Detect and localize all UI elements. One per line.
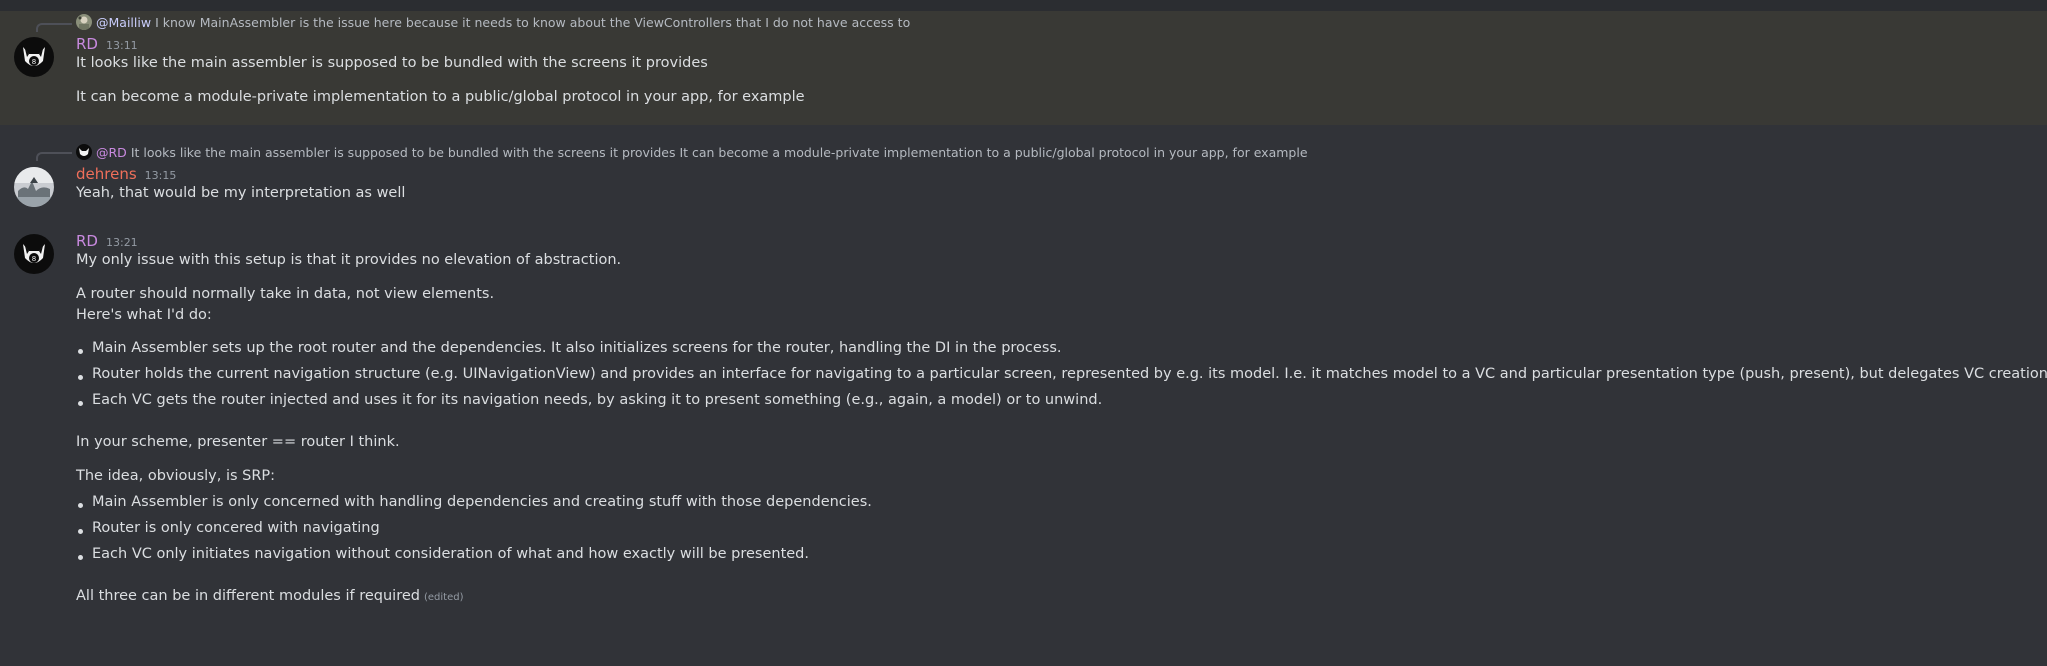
message-header: dehrens 13:15	[76, 165, 176, 183]
chat-messages: @Mailliw I know MainAssembler is the iss…	[0, 0, 2047, 666]
list-item-text: Each VC only initiates navigation withou…	[92, 546, 809, 562]
list-item: Each VC only initiates navigation withou…	[76, 546, 809, 562]
reply-mention[interactable]: @Mailliw	[96, 15, 151, 30]
message-line: It can become a module-private implement…	[76, 89, 805, 105]
reply-mention[interactable]: @RD	[96, 145, 127, 160]
message-line: My only issue with this setup is that it…	[76, 252, 622, 268]
mailliw-avatar-icon	[76, 14, 92, 30]
reply-connector	[36, 23, 72, 32]
rd-mini-avatar-icon	[76, 144, 92, 160]
username-rd[interactable]: RD	[76, 232, 98, 250]
dehrens-avatar-icon[interactable]	[14, 167, 54, 207]
timestamp[interactable]: 13:15	[145, 169, 177, 182]
list-item: Router holds the current navigation stru…	[76, 366, 2047, 382]
reply-text: It looks like the main assembler is supp…	[130, 144, 1308, 160]
svg-text:8: 8	[32, 58, 36, 66]
list-item-text: Router holds the current navigation stru…	[92, 366, 2047, 382]
reply-connector	[36, 152, 72, 161]
message-line: In your scheme, presenter == router I th…	[76, 434, 400, 450]
timestamp[interactable]: 13:21	[106, 236, 138, 249]
message-line: Here's what I'd do:	[76, 307, 212, 323]
list-item: Each VC gets the router injected and use…	[76, 392, 1102, 408]
list-item-text: Each VC gets the router injected and use…	[92, 392, 1103, 408]
reply-preview[interactable]: @Mailliw I know MainAssembler is the iss…	[76, 13, 910, 31]
list-item: Router is only concered with navigating	[76, 520, 380, 536]
message-dehrens-1315[interactable]: @RD It looks like the main assembler is …	[0, 141, 2047, 211]
list-item: Main Assembler is only concerned with ha…	[76, 494, 872, 510]
message-line: It looks like the main assembler is supp…	[76, 55, 708, 71]
list-item-text: Main Assembler sets up the root router a…	[92, 340, 1062, 356]
message-line: Yeah, that would be my interpretation as…	[76, 185, 406, 201]
message-line: The idea, obviously, is SRP:	[76, 468, 276, 484]
rd-avatar-icon[interactable]: 8	[14, 234, 54, 274]
message-line: A router should normally take in data, n…	[76, 286, 495, 302]
reply-text: I know MainAssembler is the issue here b…	[155, 14, 911, 30]
message-header: RD 13:11	[76, 35, 138, 53]
list-item-text: Router is only concered with navigating	[92, 520, 380, 536]
username-dehrens[interactable]: dehrens	[76, 165, 137, 183]
message-line-last: All three can be in different modules if…	[76, 588, 463, 604]
reply-preview[interactable]: @RD It looks like the main assembler is …	[76, 143, 1308, 161]
message-line-text: All three can be in different modules if…	[76, 588, 420, 604]
svg-text:8: 8	[32, 255, 36, 263]
username-rd[interactable]: RD	[76, 35, 98, 53]
rd-avatar-icon[interactable]: 8	[14, 37, 54, 77]
list-item-text: Main Assembler is only concerned with ha…	[92, 494, 872, 510]
message-rd-1321[interactable]: 8 RD 13:21 My only issue with this setup…	[0, 226, 2047, 666]
top-divider	[0, 0, 2047, 11]
timestamp[interactable]: 13:11	[106, 39, 138, 52]
edited-label: (edited)	[423, 592, 464, 603]
message-header: RD 13:21	[76, 232, 138, 250]
list-item: Main Assembler sets up the root router a…	[76, 340, 1062, 356]
message-rd-1311[interactable]: @Mailliw I know MainAssembler is the iss…	[0, 11, 2047, 125]
